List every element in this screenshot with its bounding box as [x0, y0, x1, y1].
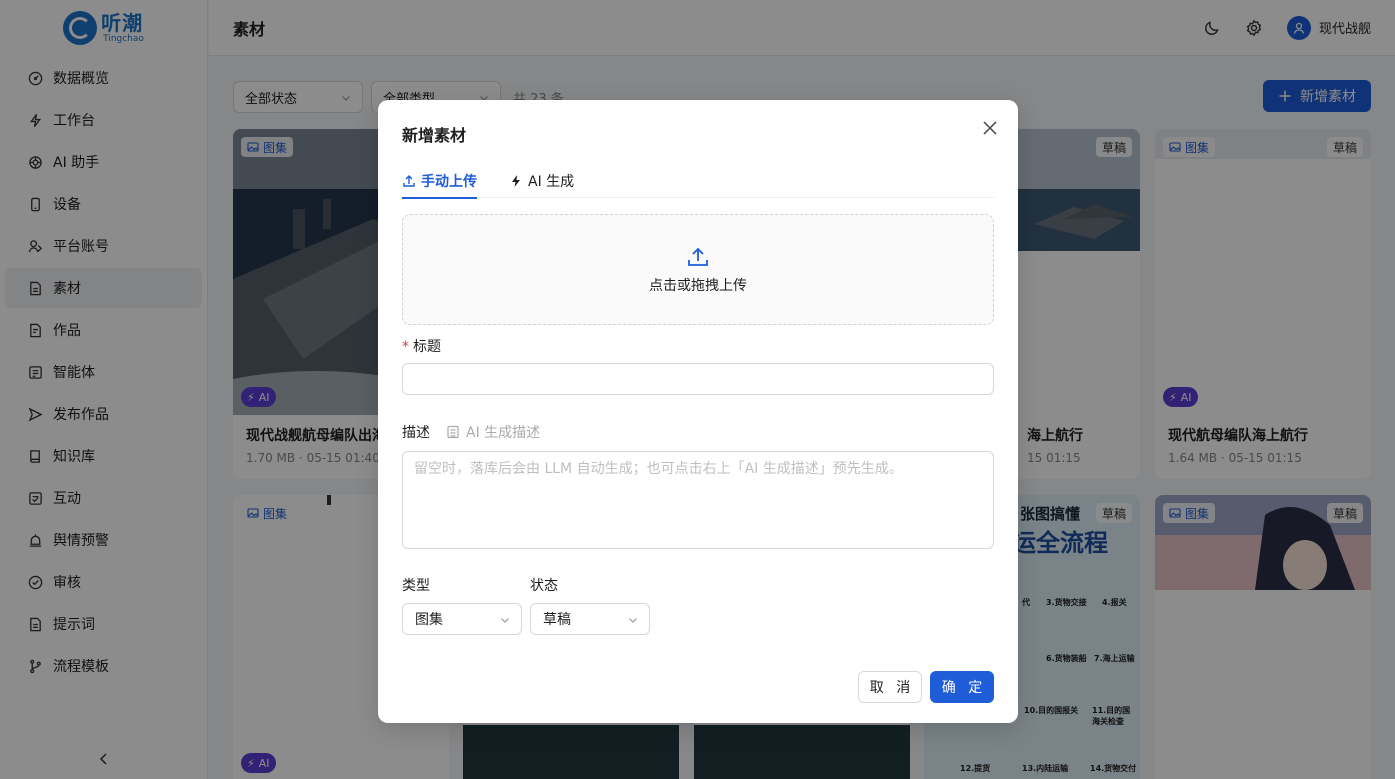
- status-select[interactable]: 草稿: [530, 603, 650, 635]
- type-select-value: 图集: [415, 612, 443, 628]
- status-label: 状态: [530, 578, 558, 594]
- close-icon[interactable]: [982, 120, 998, 136]
- cancel-button[interactable]: 取 消: [858, 671, 922, 703]
- upload-hint: 点击或拖拽上传: [649, 277, 747, 294]
- tab-ai-generate[interactable]: AI 生成: [509, 164, 574, 198]
- ai-generate-desc-label: AI 生成描述: [466, 425, 541, 441]
- tab-label: 手动上传: [421, 174, 477, 190]
- robot-icon: [447, 425, 459, 439]
- ai-generate-desc-button[interactable]: AI 生成描述: [446, 422, 540, 442]
- chevron-down-icon: [629, 618, 637, 623]
- description-placeholder: 留空时，落库后会由 LLM 自动生成；也可点击右上「AI 生成描述」预先生成。: [414, 461, 903, 477]
- lightning-icon: [512, 175, 520, 187]
- dialog-tabs: 手动上传 AI 生成: [402, 164, 994, 199]
- upload-dropzone[interactable]: 点击或拖拽上传: [402, 214, 994, 325]
- dialog-title: 新增素材: [402, 126, 467, 145]
- type-select[interactable]: 图集: [402, 603, 522, 635]
- type-label: 类型: [402, 578, 430, 594]
- status-select-value: 草稿: [543, 612, 571, 628]
- chevron-down-icon: [501, 618, 509, 623]
- description-textarea[interactable]: 留空时，落库后会由 LLM 自动生成；也可点击右上「AI 生成描述」预先生成。: [402, 451, 994, 549]
- desc-label: 描述: [402, 425, 430, 441]
- title-input[interactable]: [402, 363, 994, 395]
- tab-manual-upload[interactable]: 手动上传: [402, 164, 477, 199]
- upload-icon: [403, 175, 415, 187]
- confirm-button[interactable]: 确 定: [930, 671, 994, 703]
- required-mark: *: [402, 339, 409, 355]
- add-material-dialog: 新增素材 手动上传 AI 生成 点击或拖拽上传 * 标题 描述 AI 生成描述 留…: [378, 100, 1018, 723]
- upload-icon: [688, 247, 708, 266]
- title-label-text: 标题: [413, 339, 441, 355]
- title-label: * 标题: [402, 336, 441, 356]
- tab-label: AI 生成: [528, 174, 575, 190]
